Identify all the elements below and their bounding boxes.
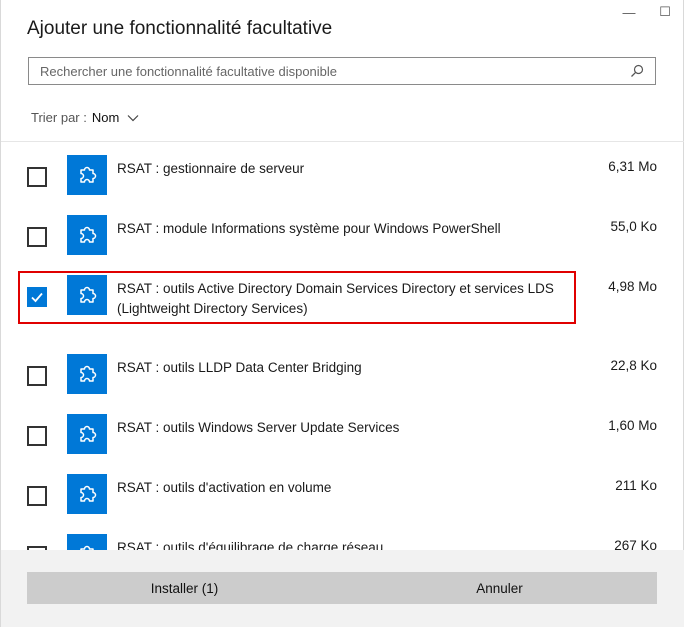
- footer: Installer (1) Annuler: [1, 550, 684, 627]
- feature-name: RSAT : outils LLDP Data Center Bridging: [117, 360, 362, 375]
- feature-name: RSAT : module Informations système pour …: [117, 221, 501, 236]
- feature-size: 22,8 Ko: [610, 358, 657, 373]
- feature-checkbox[interactable]: [27, 366, 47, 386]
- feature-item[interactable]: RSAT : outils LLDP Data Center Bridging 2…: [1, 341, 684, 397]
- feature-checkbox[interactable]: [27, 167, 47, 187]
- feature-size: 211 Ko: [615, 478, 657, 493]
- dialog-title: Ajouter une fonctionnalité facultative: [27, 18, 333, 39]
- install-button[interactable]: Installer (1): [27, 572, 342, 604]
- search-input[interactable]: [38, 58, 625, 84]
- feature-size: 267 Ko: [614, 538, 657, 550]
- feature-name: RSAT : outils Windows Server Update Serv…: [117, 420, 400, 435]
- feature-item[interactable]: RSAT : outils Windows Server Update Serv…: [1, 401, 684, 457]
- puzzle-icon: [67, 215, 107, 255]
- puzzle-icon: [67, 534, 107, 550]
- title-bar: Ajouter une fonctionnalité facultative —…: [1, 0, 683, 50]
- feature-size: 1,60 Mo: [608, 418, 657, 433]
- feature-item[interactable]: RSAT : module Informations système pour …: [1, 202, 684, 258]
- feature-checkbox[interactable]: [27, 426, 47, 446]
- feature-size: 55,0 Ko: [610, 219, 657, 234]
- feature-name: RSAT : outils d'équilibrage de charge ré…: [117, 540, 384, 550]
- puzzle-icon: [67, 354, 107, 394]
- sort-label: Trier par :: [31, 110, 87, 125]
- feature-checkbox[interactable]: [27, 486, 47, 506]
- feature-checkbox[interactable]: [27, 227, 47, 247]
- highlight-box: [18, 271, 576, 324]
- feature-size: 4,98 Mo: [608, 279, 657, 294]
- feature-item[interactable]: RSAT : outils d'équilibrage de charge ré…: [1, 521, 684, 550]
- sort-control[interactable]: Trier par : Nom: [31, 110, 139, 125]
- feature-name: RSAT : gestionnaire de serveur: [117, 161, 305, 176]
- minimize-button[interactable]: —: [619, 4, 639, 20]
- sort-value[interactable]: Nom: [92, 110, 119, 125]
- puzzle-icon: [67, 155, 107, 195]
- search-icon[interactable]: [625, 59, 649, 83]
- cancel-button[interactable]: Annuler: [342, 572, 657, 604]
- feature-list[interactable]: RSAT : gestionnaire de serveur 6,31 Mo RSA…: [1, 142, 684, 550]
- add-optional-feature-dialog: Ajouter une fonctionnalité facultative —…: [0, 0, 684, 627]
- puzzle-icon: [67, 414, 107, 454]
- feature-size: 6,31 Mo: [608, 159, 657, 174]
- feature-item[interactable]: RSAT : outils d'activation en volume 211 …: [1, 461, 684, 517]
- feature-item[interactable]: RSAT : gestionnaire de serveur 6,31 Mo: [1, 142, 684, 198]
- maximize-button[interactable]: ☐: [655, 4, 675, 20]
- search-box[interactable]: [28, 57, 656, 85]
- puzzle-icon: [67, 474, 107, 514]
- feature-name: RSAT : outils d'activation en volume: [117, 480, 332, 495]
- chevron-down-icon[interactable]: [127, 114, 139, 122]
